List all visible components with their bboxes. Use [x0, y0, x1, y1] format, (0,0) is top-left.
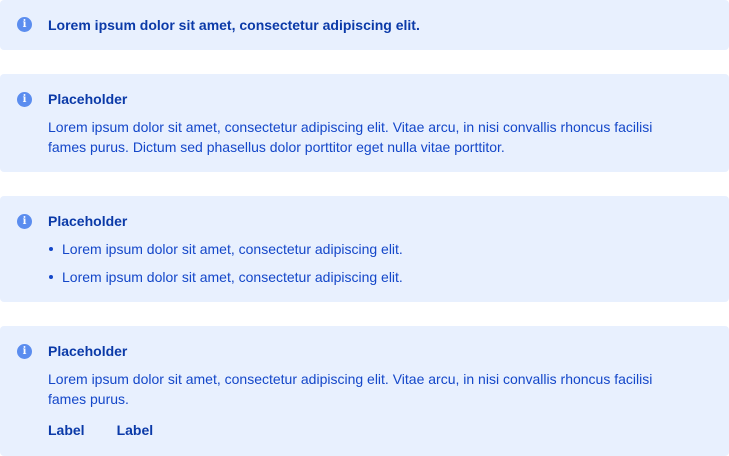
alert-stack: i Lorem ipsum dolor sit amet, consectetu… [0, 0, 729, 456]
list-item: Lorem ipsum dolor sit amet, consectetur … [48, 267, 713, 287]
info-alert-with-list: i Placeholder Lorem ipsum dolor sit amet… [0, 196, 729, 302]
info-icon: i [17, 214, 32, 229]
alert-title: Placeholder [48, 91, 128, 107]
info-alert-single-line: i Lorem ipsum dolor sit amet, consectetu… [0, 0, 729, 50]
info-alert-with-body: i Placeholder Lorem ipsum dolor sit amet… [0, 74, 729, 172]
info-icon: i [17, 17, 32, 32]
info-alert-with-actions: i Placeholder Lorem ipsum dolor sit amet… [0, 326, 729, 456]
alert-action-link-primary[interactable]: Label [48, 421, 85, 439]
info-icon: i [17, 92, 32, 107]
alert-bullet-list: Lorem ipsum dolor sit amet, consectetur … [48, 239, 713, 287]
alert-title: Placeholder [48, 343, 128, 359]
alert-actions: Label Label [48, 421, 713, 439]
alert-message: Lorem ipsum dolor sit amet, consectetur … [48, 17, 420, 33]
alert-title: Placeholder [48, 213, 128, 229]
alert-body: Lorem ipsum dolor sit amet, consectetur … [48, 371, 653, 407]
alert-body: Lorem ipsum dolor sit amet, consectetur … [48, 119, 653, 155]
alert-action-link-secondary[interactable]: Label [117, 421, 154, 439]
info-icon: i [17, 344, 32, 359]
list-item: Lorem ipsum dolor sit amet, consectetur … [48, 239, 713, 259]
